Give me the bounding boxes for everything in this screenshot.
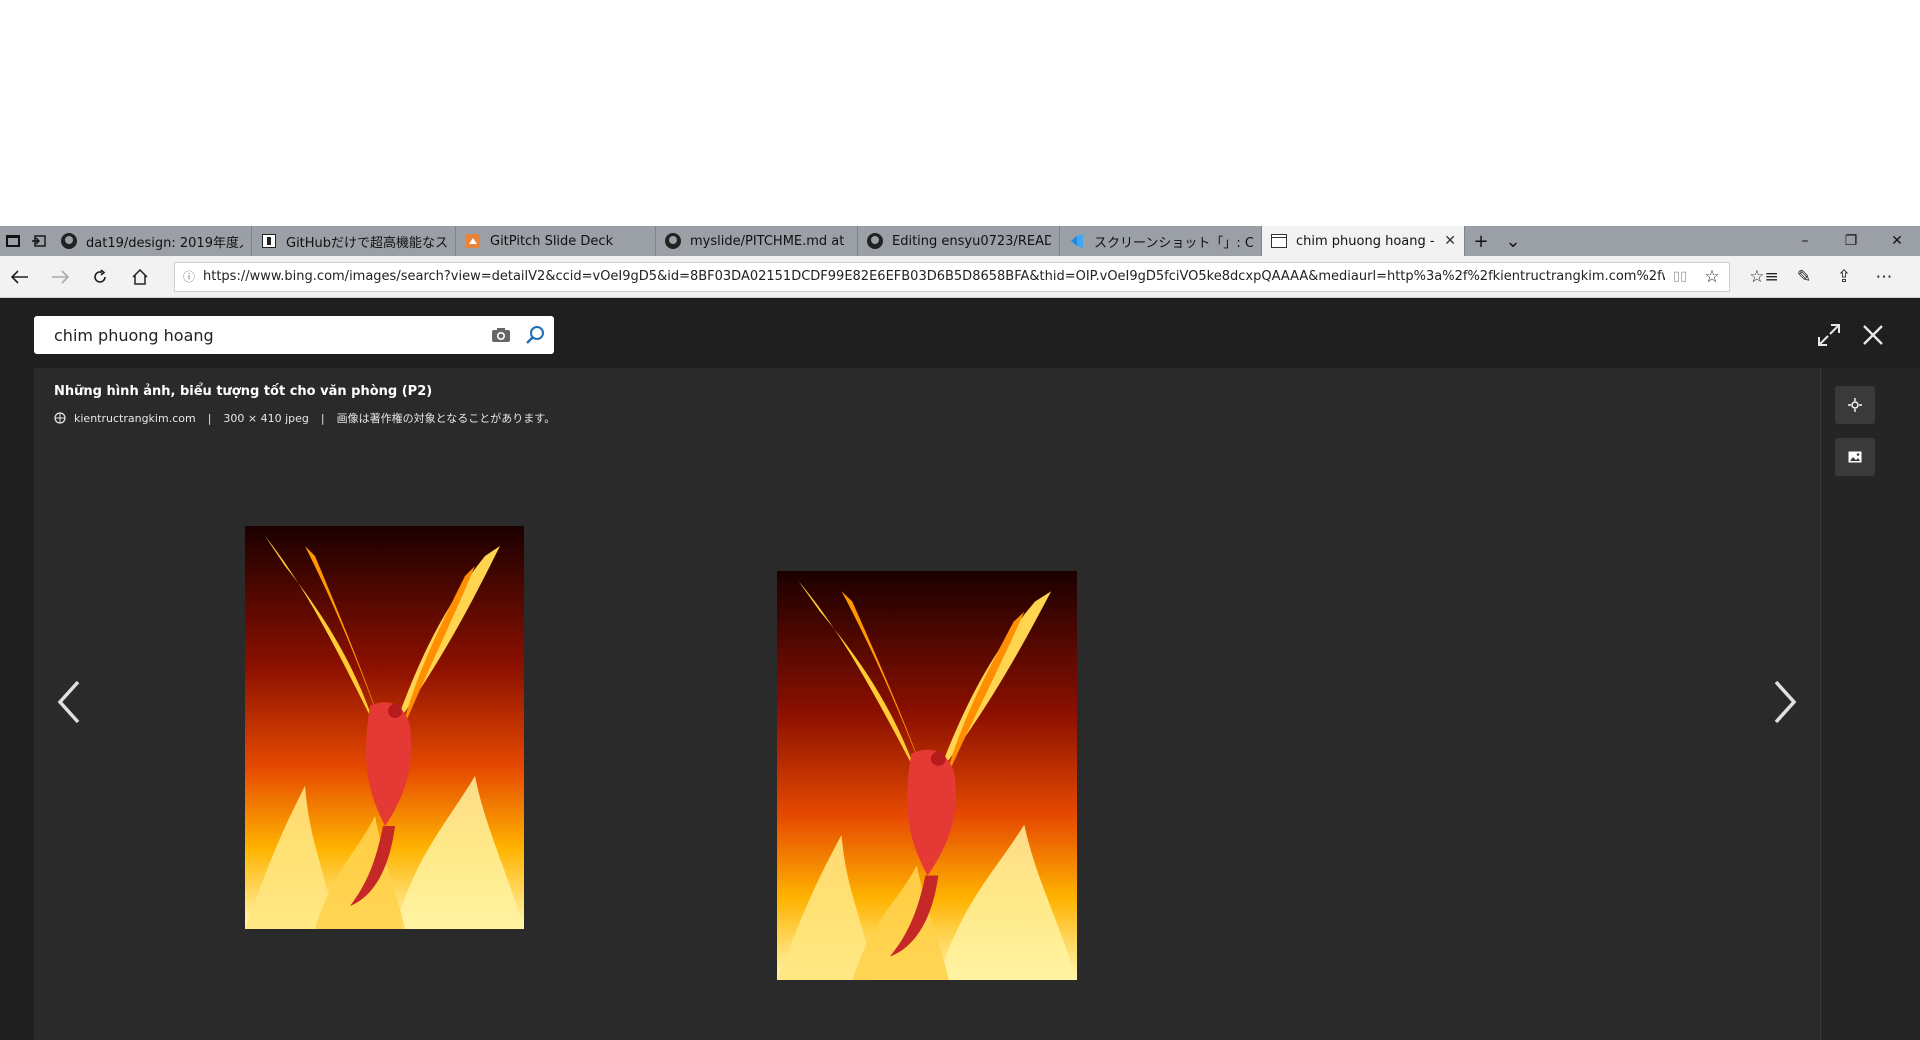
tab-label: スクリーンショット「」: Chụp ản [1094, 235, 1253, 251]
tab-item[interactable]: GitPitch Slide Deck [456, 226, 656, 256]
tabs-aside-icon [6, 235, 20, 247]
image-meta: kientructrangkim.com | 300 × 410 jpeg | … [54, 410, 555, 426]
tab-item[interactable]: GitHubだけで超高機能なスライ [252, 226, 456, 256]
source-site-link[interactable]: kientructrangkim.com [74, 412, 196, 425]
tab-item-active[interactable]: chim phuong hoang - B ✕ [1262, 226, 1465, 256]
copyright-note: 画像は著作権の対象となることがあります。 [336, 412, 556, 425]
search-box[interactable]: chim phuong hoang [34, 316, 554, 354]
minimize-icon[interactable]: – [1782, 226, 1828, 256]
refresh-button[interactable] [80, 256, 120, 298]
forward-button[interactable] [40, 256, 80, 298]
tab-item[interactable]: Editing ensyu0723/README [858, 226, 1060, 256]
phoenix-image-thumbnail[interactable] [245, 526, 524, 929]
reading-view-icon[interactable]: ▯▯ [1665, 269, 1695, 284]
chevron-right-icon [1774, 680, 1797, 724]
next-image-arrow[interactable] [1770, 678, 1800, 726]
close-window-icon[interactable]: ✕ [1874, 226, 1920, 256]
tab-label: GitHubだけで超高機能なスライ [286, 235, 447, 251]
page-icon [1270, 232, 1288, 250]
refresh-icon [94, 268, 106, 283]
new-tab-icon[interactable]: + [1465, 231, 1497, 252]
previous-image-arrow[interactable] [54, 678, 84, 726]
tab-label: myslide/PITCHME.md at ma [690, 233, 849, 249]
forward-arrow-icon [52, 269, 69, 284]
set-aside-icon [32, 235, 46, 247]
home-button[interactable] [120, 256, 160, 298]
vscode-icon [1068, 232, 1086, 250]
restore-icon[interactable]: ❐ [1828, 226, 1874, 256]
chevron-down-icon[interactable]: ⌄ [1497, 231, 1529, 252]
tab-item[interactable]: スクリーンショット「」: Chụp ản [1060, 226, 1262, 256]
tab-preview-button[interactable] [0, 226, 26, 256]
page-icon [260, 232, 278, 250]
url-text: https://www.bing.com/images/search?view=… [203, 269, 1665, 284]
image-detail-panel: Những hình ảnh, biểu tượng tốt cho văn p… [34, 368, 1820, 1040]
site-info-icon[interactable]: ⓘ [175, 268, 203, 285]
search-icon[interactable] [516, 325, 554, 345]
image-viewer: chim phuong hoang Những hình ảnh, biểu t… [0, 298, 1920, 1040]
tab-label: chim phuong hoang - B [1296, 233, 1439, 249]
github-icon [866, 232, 884, 250]
tab-label: dat19/design: 2019年度入学 [86, 235, 243, 251]
tab-bar: dat19/design: 2019年度入学 GitHubだけで超高機能なスライ… [0, 226, 1920, 256]
address-bar: ⓘ https://www.bing.com/images/search?vie… [0, 256, 1920, 298]
close-icon[interactable] [1860, 322, 1886, 348]
image-icon [1848, 451, 1862, 463]
back-arrow-icon [11, 269, 28, 284]
visual-search-button[interactable] [1835, 386, 1875, 424]
notes-pen-icon[interactable]: ✎ [1784, 267, 1824, 287]
tab-label: GitPitch Slide Deck [490, 233, 614, 249]
github-icon [664, 232, 682, 250]
globe-icon [54, 412, 66, 424]
url-field[interactable]: ⓘ https://www.bing.com/images/search?vie… [174, 261, 1730, 292]
gitpitch-icon [464, 232, 482, 250]
camera-icon[interactable] [486, 327, 516, 343]
more-icon[interactable]: ⋯ [1864, 267, 1904, 287]
separator: | [207, 411, 212, 425]
image-title[interactable]: Những hình ảnh, biểu tượng tốt cho văn p… [54, 384, 432, 399]
image-view-button[interactable] [1835, 438, 1875, 476]
viewer-sidebar [1820, 368, 1920, 1040]
separator: | [320, 411, 325, 425]
share-icon[interactable]: ⇪ [1824, 267, 1864, 287]
favorites-icon[interactable]: ☆≡ [1744, 267, 1784, 287]
search-input[interactable]: chim phuong hoang [54, 326, 486, 345]
home-icon [132, 268, 148, 285]
github-icon [60, 232, 78, 250]
close-tab-icon[interactable]: ✕ [1438, 233, 1456, 249]
favorite-star-icon[interactable]: ☆ [1695, 267, 1729, 287]
tab-item[interactable]: dat19/design: 2019年度入学 [52, 226, 252, 256]
chevron-left-icon [57, 680, 80, 724]
desktop-background [0, 0, 1920, 226]
tab-label: Editing ensyu0723/README [892, 233, 1051, 249]
visual-search-icon [1848, 398, 1862, 412]
image-dimensions: 300 × 410 jpeg [223, 411, 309, 425]
set-aside-tabs-button[interactable] [26, 226, 52, 256]
tab-item[interactable]: myslide/PITCHME.md at ma [656, 226, 858, 256]
phoenix-image-main[interactable] [777, 571, 1077, 980]
back-button[interactable] [0, 256, 40, 298]
expand-icon[interactable] [1816, 322, 1842, 348]
